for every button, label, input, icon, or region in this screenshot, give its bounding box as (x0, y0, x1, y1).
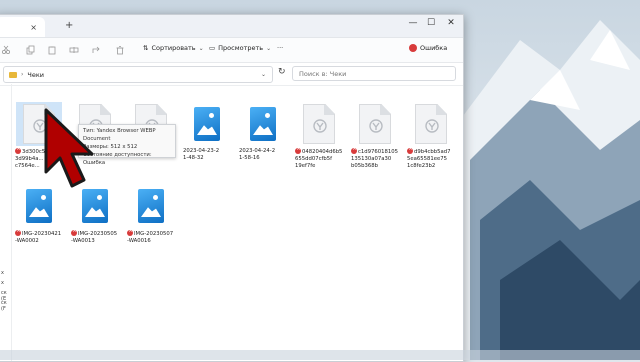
error-icon (409, 44, 417, 52)
file-name: d9b4cbb5ad75ea65581ee751c8fe23b2 (407, 146, 463, 170)
chevron-down-icon[interactable]: ⌄ (261, 71, 266, 78)
address-bar[interactable]: › Чеки ⌄ (3, 66, 273, 83)
chevron-down-icon: ⌄ (198, 44, 204, 52)
browser-document-icon (303, 104, 335, 144)
tab-close-button[interactable]: × (30, 23, 37, 32)
file-thumbnail (240, 102, 286, 146)
sync-error-icon (15, 228, 21, 236)
file-name: 04820404d6b5655dd07cfb5f19ef7fe (295, 146, 355, 170)
sync-error-icon (351, 146, 357, 154)
image-file-icon (82, 189, 108, 223)
paste-icon[interactable] (47, 45, 57, 55)
address-bar-row: › Чеки ⌄ ↻ (0, 63, 463, 86)
sort-icon: ⇅ (143, 44, 149, 52)
file-name: IMG-20230505-WA0013 (71, 228, 131, 245)
close-button[interactable]: ✕ (443, 18, 459, 28)
browser-document-icon (415, 104, 447, 144)
mouse-cursor-icon (44, 108, 94, 188)
rename-icon[interactable] (69, 45, 79, 55)
chevron-down-icon: ⌄ (266, 44, 272, 52)
share-icon[interactable] (91, 45, 101, 55)
view-label: Просмотреть (218, 44, 264, 52)
sync-error-icon (407, 146, 413, 154)
nav-item[interactable]: х (1, 280, 4, 286)
more-options-button[interactable]: ··· (277, 44, 283, 52)
file-thumbnail (184, 102, 230, 146)
sync-error-icon (295, 146, 301, 154)
file-name: IMG-20230421-WA0002 (15, 228, 75, 245)
search-input[interactable] (292, 66, 456, 81)
image-file-icon (250, 107, 276, 141)
more-label: ··· (277, 44, 284, 52)
sort-button[interactable]: ⇅ Сортировать ⌄ (143, 44, 204, 52)
title-bar: × + — ☐ ✕ (0, 15, 463, 38)
sort-label: Сортировать (151, 44, 196, 52)
file-name: 2023-04-23-2 1-48-32 (183, 148, 220, 161)
file-item[interactable]: IMG-20230505-WA0013 (69, 184, 121, 262)
nav-item[interactable]: ск (F (1, 300, 11, 312)
browser-document-icon (359, 104, 391, 144)
file-item[interactable]: d9b4cbb5ad75ea65581ee751c8fe23b2 (405, 102, 457, 180)
file-item[interactable]: 2023-04-23-2 1-48-32 (181, 102, 233, 180)
file-item[interactable]: 04820404d6b5655dd07cfb5f19ef7fe (293, 102, 345, 180)
sync-error-icon (15, 146, 21, 154)
delete-icon[interactable] (115, 45, 125, 55)
nav-item[interactable]: х (1, 270, 4, 276)
file-name: IMG-20230507-WA0016 (127, 228, 187, 245)
sync-error-icon (71, 228, 77, 236)
file-name: 2023-04-24-2 1-58-16 (239, 148, 276, 161)
cut-icon[interactable] (1, 45, 11, 55)
breadcrumb-path[interactable]: Чеки (27, 71, 44, 79)
folder-icon (9, 71, 17, 78)
view-button[interactable]: ▭ Просмотреть ⌄ (209, 44, 271, 52)
refresh-icon[interactable]: ↻ (278, 67, 286, 77)
file-item[interactable]: 2023-04-24-2 1-58-16 (237, 102, 289, 180)
image-file-icon (194, 107, 220, 141)
file-item[interactable]: IMG-20230507-WA0016 (125, 184, 177, 262)
file-thumbnail (128, 184, 174, 228)
view-icon: ▭ (209, 44, 216, 52)
copy-icon[interactable] (25, 45, 35, 55)
file-item[interactable]: IMG-20230421-WA0002 (13, 184, 65, 262)
new-tab-button[interactable]: + (65, 20, 73, 31)
error-label: Ошибка (420, 44, 448, 52)
file-thumbnail (296, 102, 342, 146)
file-name: c1d976018105135130a07a30b05b368b (351, 146, 411, 170)
command-bar: ⇅ Сортировать ⌄ ▭ Просмотреть ⌄ ··· Ошиб… (0, 38, 463, 63)
file-item[interactable]: c1d976018105135130a07a30b05b368b (349, 102, 401, 180)
minimize-button[interactable]: — (405, 18, 421, 28)
error-status-button[interactable]: Ошибка (409, 44, 447, 52)
taskbar (0, 350, 640, 360)
chevron-right-icon: › (21, 71, 24, 78)
image-file-icon (26, 189, 52, 223)
image-file-icon (138, 189, 164, 223)
tab-checks[interactable]: × (0, 17, 45, 37)
file-thumbnail (352, 102, 398, 146)
sync-error-icon (127, 228, 133, 236)
maximize-button[interactable]: ☐ (423, 18, 439, 28)
file-thumbnail (408, 102, 454, 146)
